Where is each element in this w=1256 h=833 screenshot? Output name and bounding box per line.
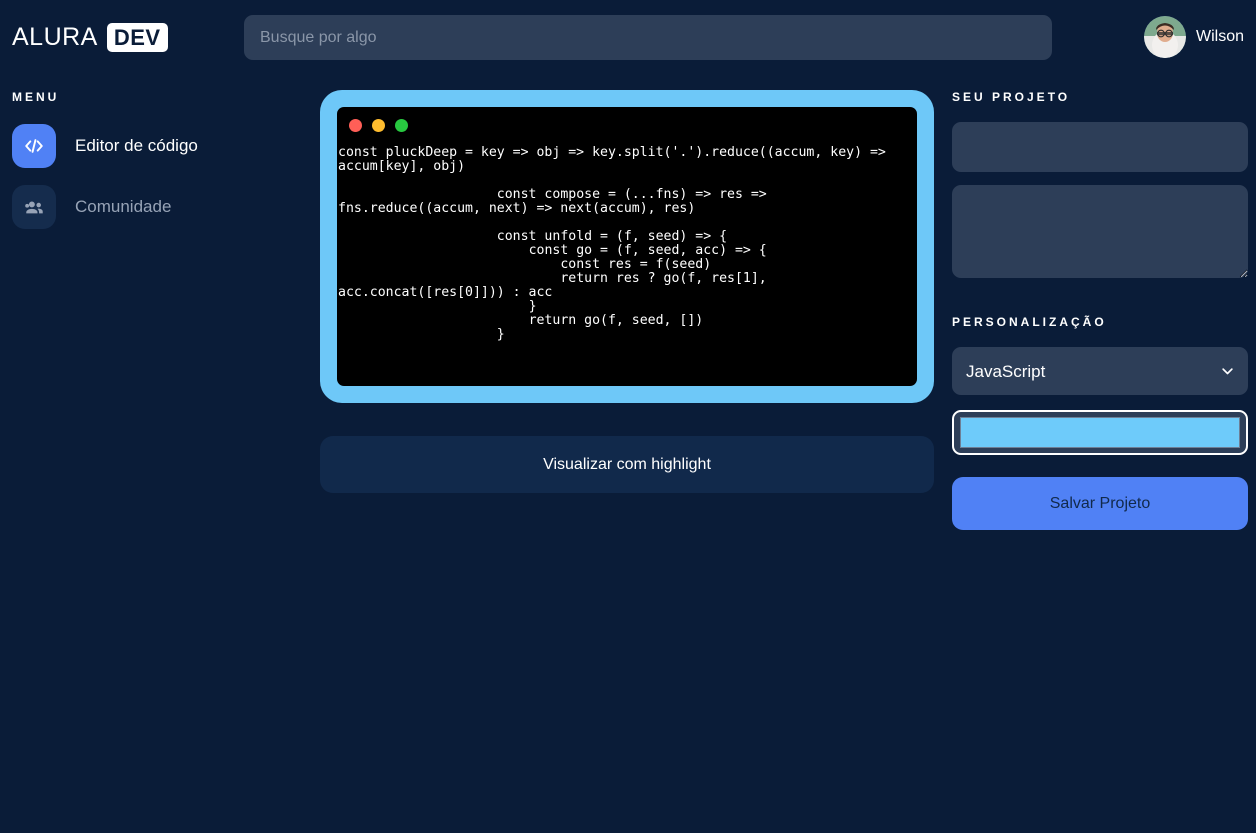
visualizar-com-highlight-button[interactable]: Visualizar com highlight	[320, 436, 934, 493]
sidebar: MENU Editor de código Comunidade	[0, 90, 320, 246]
minimize-dot-icon[interactable]	[372, 119, 385, 132]
user-name-label: Wilson	[1195, 27, 1244, 45]
sidebar-item-comunidade[interactable]: Comunidade	[12, 185, 320, 229]
code-editor-window	[337, 107, 917, 386]
user-profile[interactable]: Wilson	[1143, 14, 1244, 59]
sidebar-item-label-comunidade: Comunidade	[75, 197, 172, 216]
app-header: ALURA DEV Busque por algo Wilson	[0, 0, 1256, 74]
color-swatch[interactable]	[960, 417, 1240, 448]
logo-badge-dev: DEV	[106, 22, 168, 52]
personalizacao-heading: PERSONALIZAÇÃO	[952, 315, 1107, 329]
close-dot-icon[interactable]	[349, 119, 362, 132]
sidebar-heading: MENU	[12, 90, 60, 104]
search-container	[244, 15, 1052, 60]
search-input[interactable]	[244, 15, 1052, 60]
sidebar-item-editor-de-codigo[interactable]: Editor de código	[12, 124, 320, 168]
color-picker[interactable]	[952, 410, 1248, 455]
salvar-projeto-button[interactable]: Salvar Projeto	[952, 477, 1248, 530]
panel-spacer	[952, 278, 1248, 315]
sidebar-item-label-editor: Editor de código	[75, 136, 198, 155]
window-traffic-lights	[337, 119, 917, 132]
project-description-textarea[interactable]	[952, 185, 1248, 278]
people-group-icon	[12, 185, 56, 229]
code-editor-frame	[320, 90, 934, 403]
editor-column: Visualizar com highlight	[320, 90, 934, 493]
code-brackets-icon	[12, 124, 56, 168]
code-input[interactable]	[337, 146, 917, 380]
language-select[interactable]: JavaScript	[952, 347, 1248, 395]
avatar[interactable]	[1143, 15, 1186, 58]
seu-projeto-heading: SEU PROJETO	[952, 90, 1071, 104]
project-name-input[interactable]	[952, 122, 1248, 172]
maximize-dot-icon[interactable]	[395, 119, 408, 132]
right-panel: SEU PROJETO PERSONALIZAÇÃO JavaScript Sa…	[952, 90, 1248, 530]
app-logo[interactable]: ALURA DEV	[12, 22, 242, 52]
logo-text-dev: DEV	[113, 24, 161, 50]
logo-text-alura: ALURA	[12, 22, 98, 51]
language-select-container: JavaScript	[952, 347, 1248, 395]
